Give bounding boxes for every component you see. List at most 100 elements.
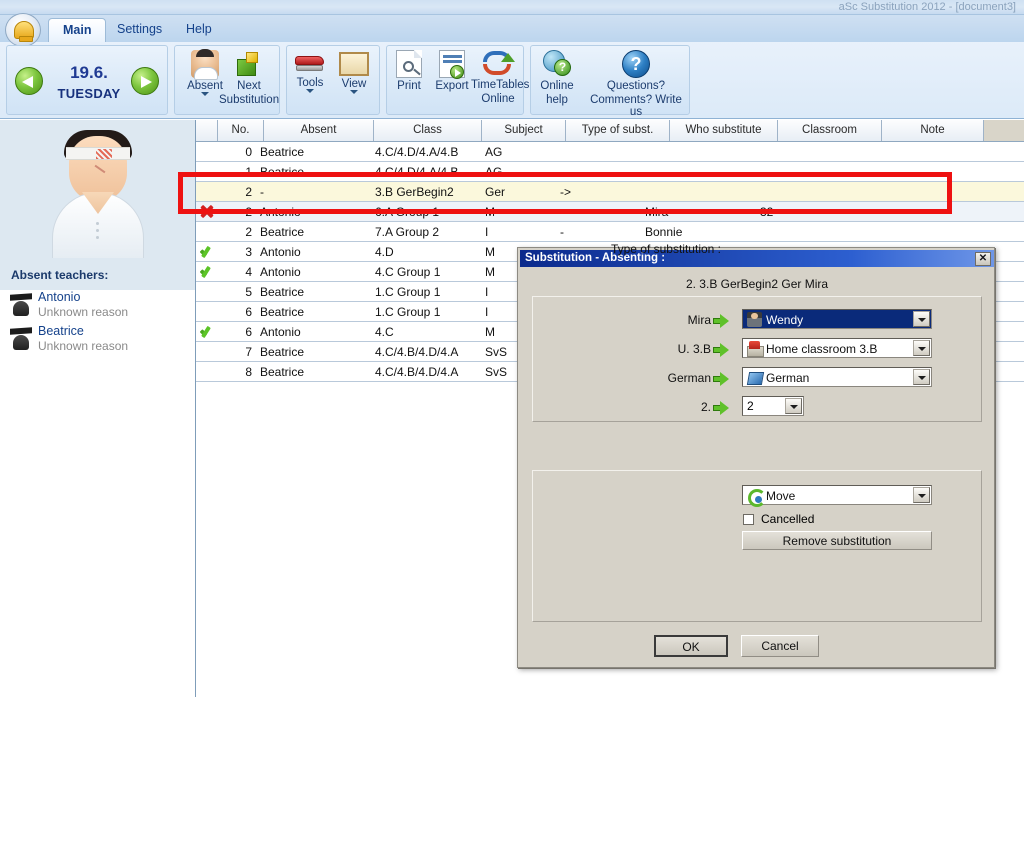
subject-combobox[interactable]: German [742, 367, 932, 387]
chevron-down-icon[interactable] [785, 398, 802, 414]
cell-subject[interactable]: AG [481, 162, 565, 182]
cell-absent[interactable]: Beatrice [256, 362, 366, 382]
column-header-type-of-subst[interactable]: Type of subst. [566, 120, 670, 141]
cell-note[interactable] [856, 182, 958, 202]
print-button[interactable]: Print [387, 50, 431, 92]
cell-classroom[interactable] [756, 142, 860, 162]
cell-subject[interactable]: M [481, 202, 565, 222]
cell-who[interactable] [641, 142, 749, 162]
cell-class[interactable]: 7.A Group 2 [371, 222, 479, 242]
cell-class[interactable]: 4.C/4.B/4.D/4.A [371, 362, 479, 382]
cell-absent[interactable]: Antonio [256, 202, 366, 222]
cell-note[interactable] [856, 162, 958, 182]
questions-button[interactable]: ? Questions? Comments? Write us [583, 50, 689, 118]
cell-class[interactable]: 1.C Group 1 [371, 282, 479, 302]
cell-no[interactable]: 2 [218, 182, 252, 202]
teacher-combobox[interactable]: Wendy [742, 309, 932, 329]
type-of-substitution-combobox[interactable]: Move [742, 485, 932, 507]
tab-settings[interactable]: Settings [103, 18, 176, 42]
tab-main[interactable]: Main [48, 18, 107, 42]
table-row[interactable]: 1 Beatrice 4.C/4.D/4.A/4.B AG [196, 162, 1024, 182]
app-logo-bell-icon[interactable] [5, 13, 41, 47]
ok-button[interactable]: OK [654, 635, 728, 657]
cell-absent[interactable]: Beatrice [256, 162, 366, 182]
list-item[interactable]: Beatrice Unknown reason [0, 324, 195, 358]
table-row[interactable]: 0 Beatrice 4.C/4.D/4.A/4.B AG [196, 142, 1024, 162]
cell-absent[interactable]: Beatrice [256, 222, 366, 242]
cell-who[interactable] [641, 162, 749, 182]
period-spinner[interactable]: 2 [742, 396, 804, 416]
cell-classroom[interactable] [756, 162, 860, 182]
column-header-no[interactable]: No. [218, 120, 264, 141]
cell-class[interactable]: 6.A Group 1 [371, 202, 479, 222]
previous-day-button[interactable] [15, 67, 43, 95]
chevron-down-icon[interactable] [913, 369, 930, 385]
cancel-button[interactable]: Cancel [741, 635, 819, 657]
cancelled-checkbox[interactable] [743, 514, 754, 525]
column-header-subject[interactable]: Subject [482, 120, 566, 141]
cell-who[interactable]: Mira [641, 202, 749, 222]
cell-class[interactable]: 4.C/4.D/4.A/4.B [371, 142, 479, 162]
cell-absent[interactable]: Beatrice [256, 142, 366, 162]
chevron-down-icon[interactable] [306, 89, 314, 93]
cell-who[interactable] [641, 182, 749, 202]
table-row[interactable]: 2 Beatrice 7.A Group 2 I - Bonnie [196, 222, 1024, 242]
tools-button[interactable]: Tools [287, 50, 333, 93]
cell-no[interactable]: 0 [218, 142, 252, 162]
cell-who[interactable]: Bonnie [641, 222, 749, 242]
cell-classroom[interactable] [756, 182, 860, 202]
cell-no[interactable]: 7 [218, 342, 252, 362]
cell-absent[interactable]: - [256, 182, 366, 202]
table-row[interactable]: 2 Antonio 6.A Group 1 M - Mira 32 [196, 202, 1024, 222]
cell-absent[interactable]: Antonio [256, 242, 366, 262]
online-help-button[interactable]: ? Online help [533, 50, 581, 106]
cell-class[interactable]: 4.C [371, 322, 479, 342]
chevron-down-icon[interactable] [201, 92, 209, 96]
chevron-down-icon[interactable] [913, 487, 930, 503]
cell-no[interactable]: 4 [218, 262, 252, 282]
cell-no[interactable]: 2 [218, 202, 252, 222]
cell-absent[interactable]: Beatrice [256, 342, 366, 362]
cell-absent[interactable]: Beatrice [256, 282, 366, 302]
cell-no[interactable]: 1 [218, 162, 252, 182]
cell-absent[interactable]: Antonio [256, 262, 366, 282]
cell-class[interactable]: 1.C Group 1 [371, 302, 479, 322]
list-item[interactable]: Antonio Unknown reason [0, 290, 195, 324]
view-button[interactable]: View [331, 50, 377, 94]
cell-no[interactable]: 2 [218, 222, 252, 242]
cell-class[interactable]: 4.C/4.D/4.A/4.B [371, 162, 479, 182]
column-header-absent[interactable]: Absent [264, 120, 374, 141]
cell-note[interactable] [856, 222, 958, 242]
export-button[interactable]: Export [429, 50, 475, 92]
chevron-down-icon[interactable] [350, 90, 358, 94]
column-header-spacer[interactable] [984, 120, 1024, 141]
column-header-spacer[interactable] [196, 120, 218, 141]
cell-absent[interactable]: Beatrice [256, 302, 366, 322]
column-header-classroom[interactable]: Classroom [778, 120, 882, 141]
close-icon[interactable]: ✕ [975, 252, 991, 266]
cell-no[interactable]: 6 [218, 322, 252, 342]
cell-no[interactable]: 8 [218, 362, 252, 382]
classroom-combobox[interactable]: Home classroom 3.B [742, 338, 932, 358]
next-day-button[interactable] [131, 67, 159, 95]
cell-subject[interactable]: I [481, 222, 565, 242]
cell-class[interactable]: 3.B GerBegin2 [371, 182, 479, 202]
cell-no[interactable]: 3 [218, 242, 252, 262]
cell-absent[interactable]: Antonio [256, 322, 366, 342]
cell-subject[interactable]: Ger [481, 182, 565, 202]
next-substitution-button[interactable]: Next Substitution [219, 50, 279, 106]
cell-class[interactable]: 4.C/4.B/4.D/4.A [371, 342, 479, 362]
table-row[interactable]: 2-3.B GerBegin2 Ger -> [196, 182, 1024, 202]
cell-subject[interactable]: AG [481, 142, 565, 162]
cell-classroom[interactable]: 32 [756, 202, 860, 222]
chevron-down-icon[interactable] [913, 311, 930, 327]
remove-substitution-button[interactable]: Remove substitution [742, 531, 932, 550]
tab-help[interactable]: Help [172, 18, 226, 42]
cell-class[interactable]: 4.D [371, 242, 479, 262]
timetables-online-button[interactable]: TimeTables Online [471, 50, 529, 105]
cell-no[interactable]: 6 [218, 302, 252, 322]
cell-classroom[interactable] [756, 222, 860, 242]
column-header-class[interactable]: Class [374, 120, 482, 141]
column-header-note[interactable]: Note [882, 120, 984, 141]
column-header-who-substitute[interactable]: Who substitute [670, 120, 778, 141]
